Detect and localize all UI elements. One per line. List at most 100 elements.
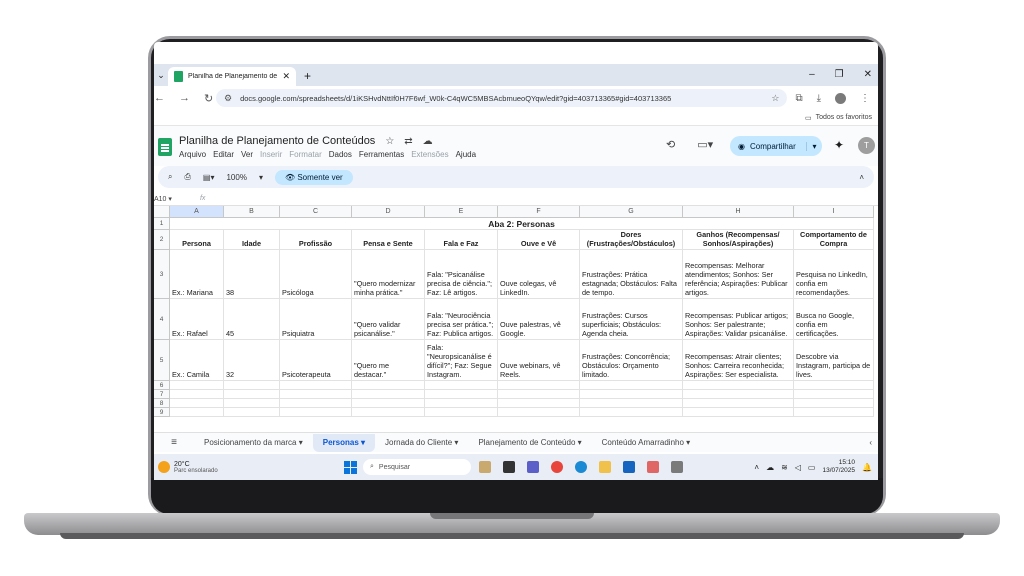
table-cell[interactable]: Recompensas: Melhorar atendimentos; Sonh…: [683, 250, 794, 299]
onedrive-icon[interactable]: ☁: [766, 463, 774, 472]
menu-dados[interactable]: Dados: [329, 150, 352, 159]
menu-arquivo[interactable]: Arquivo: [179, 150, 206, 159]
column-header[interactable]: B: [224, 206, 280, 218]
empty-cell[interactable]: [683, 399, 794, 408]
cloud-status-icon[interactable]: ☁: [423, 136, 433, 147]
row-header[interactable]: 4: [154, 299, 170, 340]
empty-cell[interactable]: [352, 390, 425, 399]
table-cell[interactable]: 38: [224, 250, 280, 299]
select-all-corner[interactable]: [154, 206, 170, 218]
all-sheets-icon[interactable]: ≡: [154, 437, 194, 448]
row-header[interactable]: 8: [154, 399, 170, 408]
menu-editar[interactable]: Editar: [213, 150, 234, 159]
notes-app-icon[interactable]: [671, 461, 683, 473]
empty-cell[interactable]: [498, 408, 580, 417]
row-header[interactable]: 9: [154, 408, 170, 417]
search-menus-icon[interactable]: ⌕: [168, 172, 172, 182]
all-bookmarks-link[interactable]: Todos os favoritos: [816, 114, 872, 121]
empty-cell[interactable]: [280, 381, 352, 390]
table-cell[interactable]: Pesquisa no LinkedIn, confia em recomend…: [794, 250, 874, 299]
empty-cell[interactable]: [580, 399, 683, 408]
row-header[interactable]: 1: [154, 218, 170, 230]
meet-icon[interactable]: ▭▾: [697, 138, 713, 151]
table-cell[interactable]: Ex.: Camila: [170, 340, 224, 381]
restore-icon[interactable]: ❐: [835, 64, 844, 86]
menu-inserir[interactable]: Inserir: [260, 150, 282, 159]
sheet-tab-personas[interactable]: Personas ▾: [312, 433, 376, 452]
tab-close-icon[interactable]: ✕: [282, 71, 290, 82]
menu-formatar[interactable]: Formatar: [289, 150, 321, 159]
table-cell[interactable]: Ex.: Mariana: [170, 250, 224, 299]
battery-icon[interactable]: ▭: [808, 463, 816, 472]
download-icon[interactable]: ⤓: [817, 93, 821, 104]
row-header[interactable]: 5: [154, 340, 170, 381]
spreadsheet-grid[interactable]: A B C D E F G H I 1 2 3 4 5 6 7 8 9 Aba 2: Personas Persona…: [154, 206, 878, 428]
menu-ver[interactable]: Ver: [241, 150, 253, 159]
header-cell[interactable]: Persona: [170, 230, 224, 250]
table-cell[interactable]: Frustrações: Cursos superficiais; Obstác…: [580, 299, 683, 340]
zoom-select[interactable]: 100%: [226, 173, 246, 182]
column-header[interactable]: F: [498, 206, 580, 218]
edge-icon[interactable]: [575, 461, 587, 473]
empty-cell[interactable]: [224, 390, 280, 399]
more-menu-icon[interactable]: ⋮: [860, 93, 870, 104]
empty-cell[interactable]: [425, 399, 498, 408]
tab-search-icon[interactable]: ⌄: [154, 64, 168, 86]
wifi-icon[interactable]: ≋: [781, 463, 788, 472]
header-cell[interactable]: Ganhos (Recompensas/ Sonhos/Aspirações): [683, 230, 794, 250]
column-header[interactable]: I: [794, 206, 874, 218]
sheets-logo-icon[interactable]: [158, 138, 172, 156]
empty-cell[interactable]: [498, 399, 580, 408]
share-dropdown-icon[interactable]: ▾: [806, 141, 822, 151]
volume-icon[interactable]: ◁: [795, 463, 801, 472]
teams-icon[interactable]: [527, 461, 539, 473]
empty-cell[interactable]: [280, 408, 352, 417]
extensions-icon[interactable]: ⧉: [795, 93, 802, 104]
sheet-title-cell[interactable]: Aba 2: Personas: [170, 218, 874, 230]
empty-cell[interactable]: [794, 381, 874, 390]
row-header[interactable]: 6: [154, 381, 170, 390]
empty-cell[interactable]: [224, 408, 280, 417]
column-header[interactable]: D: [352, 206, 425, 218]
file-explorer-icon[interactable]: [599, 461, 611, 473]
table-cell[interactable]: Psicoterapeuta: [280, 340, 352, 381]
bookmark-star-icon[interactable]: ☆: [771, 93, 779, 104]
header-cell[interactable]: Fala e Faz: [425, 230, 498, 250]
table-cell[interactable]: Busca no Google, confia em certificações…: [794, 299, 874, 340]
sheet-tab-posicionamento[interactable]: Posicionamento da marca ▾: [194, 434, 313, 452]
clock[interactable]: 15:10 13/07/2025: [822, 459, 855, 476]
empty-cell[interactable]: [580, 390, 683, 399]
table-cell[interactable]: Ouve colegas, vê LinkedIn.: [498, 250, 580, 299]
weather-widget[interactable]: 20°C Parc ensolarado: [154, 461, 344, 474]
store-icon[interactable]: [623, 461, 635, 473]
paint-format-icon[interactable]: ▤▾: [203, 173, 215, 182]
star-icon[interactable]: ☆: [385, 136, 394, 147]
minimize-icon[interactable]: –: [809, 64, 815, 86]
empty-cell[interactable]: [425, 390, 498, 399]
column-header[interactable]: A: [170, 206, 224, 218]
notification-bell-icon[interactable]: 🔔: [862, 463, 872, 472]
empty-cell[interactable]: [280, 390, 352, 399]
tray-chevron-icon[interactable]: ˄: [754, 463, 759, 472]
doc-title[interactable]: Planilha de Planejamento de Conteúdos: [179, 135, 375, 147]
table-cell[interactable]: Descobre via Instagram, participa de liv…: [794, 340, 874, 381]
table-cell[interactable]: Fala: "Neurociência precisa ser prática.…: [425, 299, 498, 340]
table-cell[interactable]: Frustrações: Prática estagnada; Obstácul…: [580, 250, 683, 299]
empty-cell[interactable]: [280, 399, 352, 408]
table-cell[interactable]: "Quero me destacar.": [352, 340, 425, 381]
row-header[interactable]: 7: [154, 390, 170, 399]
reload-icon[interactable]: ↻: [204, 92, 213, 105]
browser-tab[interactable]: Planilha de Planejamento de C... ✕: [168, 67, 296, 86]
zoom-dropdown-icon[interactable]: ▾: [259, 173, 263, 182]
column-header[interactable]: G: [580, 206, 683, 218]
empty-cell[interactable]: [425, 381, 498, 390]
row-header[interactable]: 2: [154, 230, 170, 250]
move-icon[interactable]: ⇄: [404, 136, 412, 147]
column-header[interactable]: C: [280, 206, 352, 218]
print-icon[interactable]: ⎙: [184, 172, 190, 182]
empty-cell[interactable]: [683, 408, 794, 417]
empty-cell[interactable]: [683, 381, 794, 390]
collapse-menus-icon[interactable]: ˄: [859, 173, 864, 182]
row-header[interactable]: 3: [154, 250, 170, 299]
empty-cell[interactable]: [683, 390, 794, 399]
